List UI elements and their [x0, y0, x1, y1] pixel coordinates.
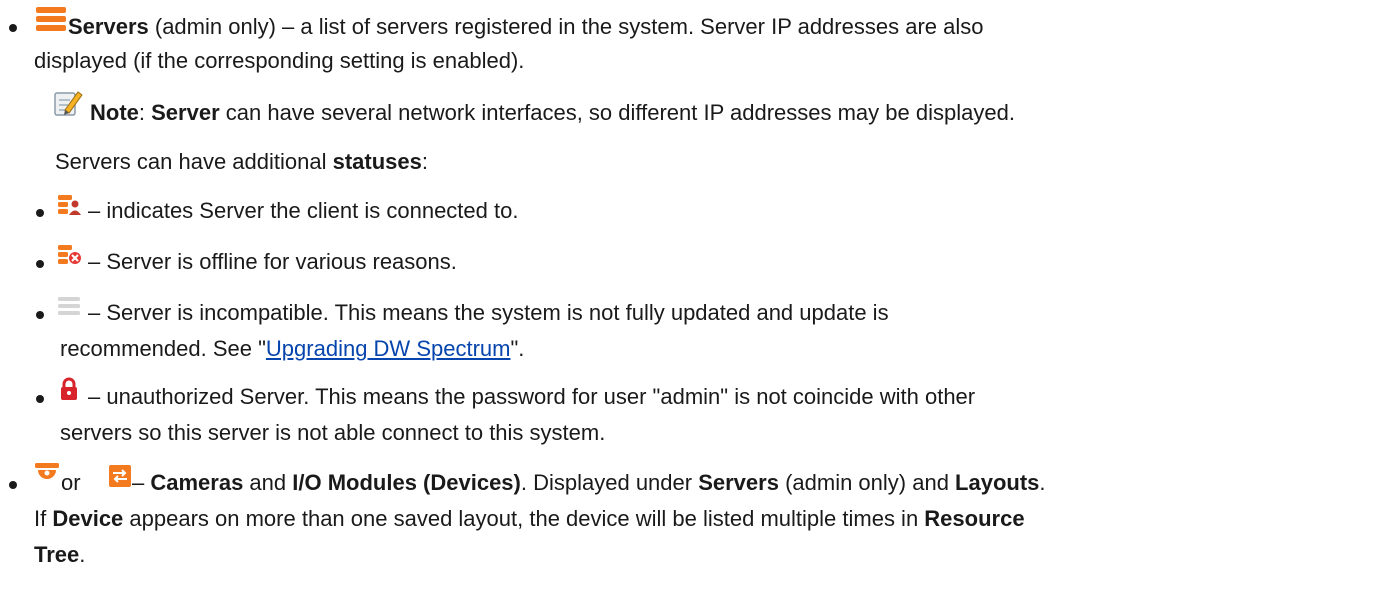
camera-icon	[34, 462, 60, 486]
statuses-intro: Servers can have additional statuses:	[55, 149, 429, 174]
servers-line-2: displayed (if the corresponding setting …	[34, 48, 525, 73]
document-page: Servers (admin only) – a list of servers…	[0, 0, 1379, 612]
io-module-icon	[108, 464, 132, 488]
bullet-status-incompatible	[36, 311, 44, 319]
server-incompatible-icon	[57, 296, 81, 316]
status-connected-text: – indicates Server the client is connect…	[88, 198, 519, 223]
bullet-status-connected	[36, 209, 44, 217]
servers-title: Servers	[68, 14, 149, 39]
note-pencil-icon	[53, 89, 83, 117]
bullet-status-unauthorized	[36, 395, 44, 403]
server-icon	[34, 6, 68, 32]
bullet-status-offline	[36, 260, 44, 268]
status-incompatible-line-2: recommended. See "Upgrading DW Spectrum"…	[60, 336, 525, 361]
lock-icon	[59, 377, 79, 401]
or-text: or	[61, 470, 81, 495]
devices-line-2: If Device appears on more than one saved…	[34, 506, 1025, 531]
bullet-servers	[9, 24, 17, 32]
server-connected-icon	[57, 194, 81, 216]
bullet-devices	[9, 481, 17, 489]
devices-line-3: Tree.	[34, 542, 86, 567]
note-line: Note: Server can have several network in…	[90, 100, 1015, 125]
devices-line-1-text: – Cameras and I/O Modules (Devices). Dis…	[132, 470, 1046, 495]
server-offline-icon	[57, 244, 83, 266]
devices-line-1: or	[61, 470, 81, 496]
status-unauthorized-text: – unauthorized Server. This means the pa…	[88, 384, 976, 409]
status-incompatible-text: – Server is incompatible. This means the…	[88, 300, 889, 325]
status-unauthorized-line-2: servers so this server is not able conne…	[60, 420, 606, 445]
servers-line-1: Servers (admin only) – a list of servers…	[68, 14, 984, 39]
upgrading-link[interactable]: Upgrading DW Spectrum	[266, 336, 511, 361]
status-offline-text: – Server is offline for various reasons.	[88, 249, 457, 274]
